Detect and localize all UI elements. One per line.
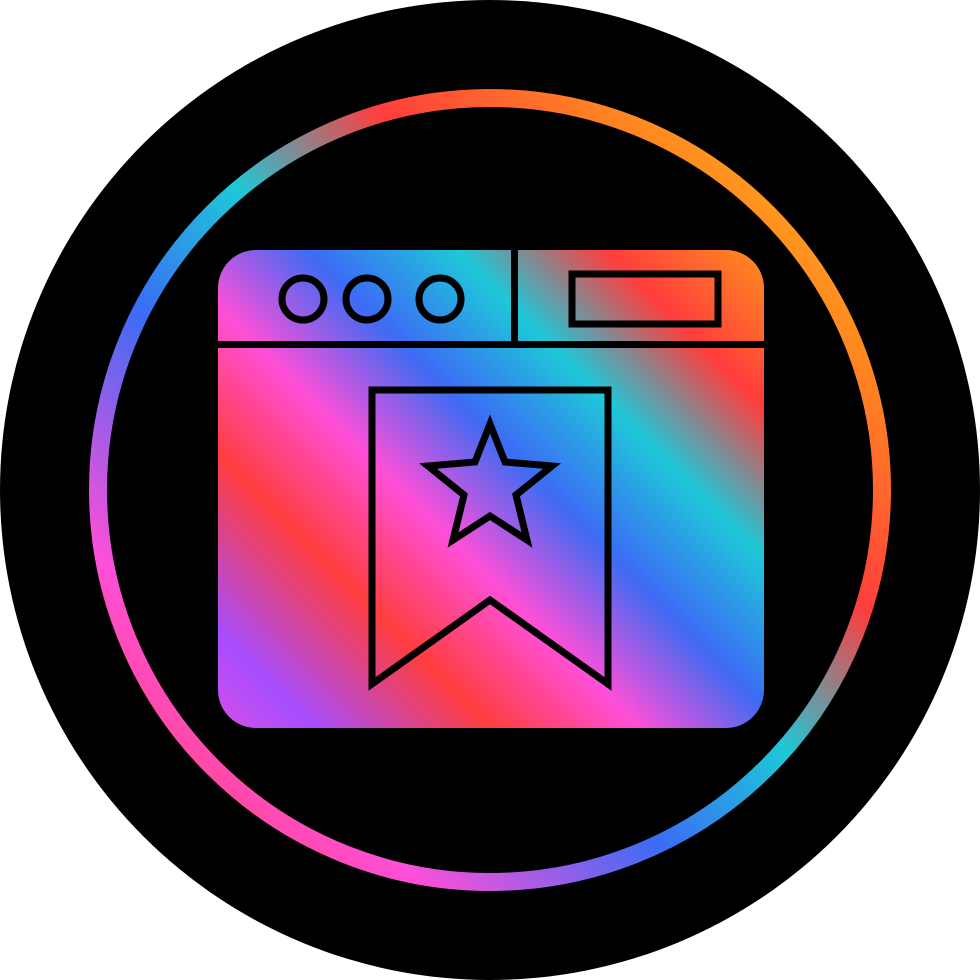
- browser-window-body: [218, 250, 764, 728]
- browser-window-icon: [218, 250, 764, 728]
- web-bookmark-icon: [0, 0, 980, 980]
- icon-canvas: [0, 0, 980, 980]
